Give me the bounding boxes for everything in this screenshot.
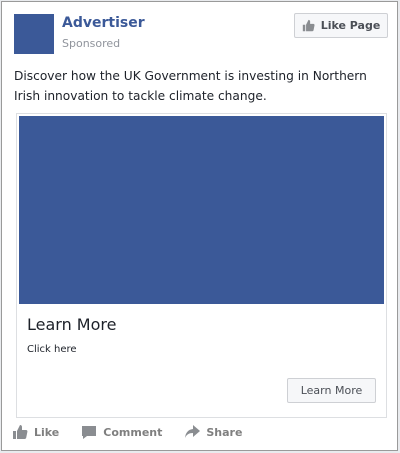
ad-headline[interactable]: Learn More: [27, 315, 116, 334]
like-label: Like: [34, 425, 60, 439]
thumbs-up-icon: [13, 425, 28, 439]
advertiser-name[interactable]: Advertiser: [62, 15, 145, 31]
post-text: Discover how the UK Government is invest…: [14, 69, 367, 103]
action-bar: Like Comment Share: [12, 420, 382, 444]
like-page-button[interactable]: Like Page: [294, 13, 388, 38]
share-action[interactable]: Share: [184, 424, 242, 440]
learn-more-button[interactable]: Learn More: [287, 378, 376, 403]
like-page-label: Like Page: [320, 19, 381, 32]
share-arrow-icon: [185, 425, 201, 438]
comment-action[interactable]: Comment: [81, 424, 162, 440]
sponsored-label: Sponsored: [62, 37, 121, 50]
ad-image[interactable]: [19, 116, 384, 304]
like-action[interactable]: Like: [12, 424, 59, 440]
comment-icon: [82, 426, 97, 439]
ad-card: Advertiser Sponsored Like Page Discover …: [1, 1, 398, 451]
ad-subtitle: Click here: [27, 344, 77, 355]
thumbs-up-icon: [302, 19, 315, 32]
share-label: Share: [206, 425, 243, 439]
ad-attachment[interactable]: Learn More Click here Learn More: [16, 113, 387, 418]
advertiser-avatar[interactable]: [14, 14, 54, 54]
comment-label: Comment: [103, 425, 163, 439]
